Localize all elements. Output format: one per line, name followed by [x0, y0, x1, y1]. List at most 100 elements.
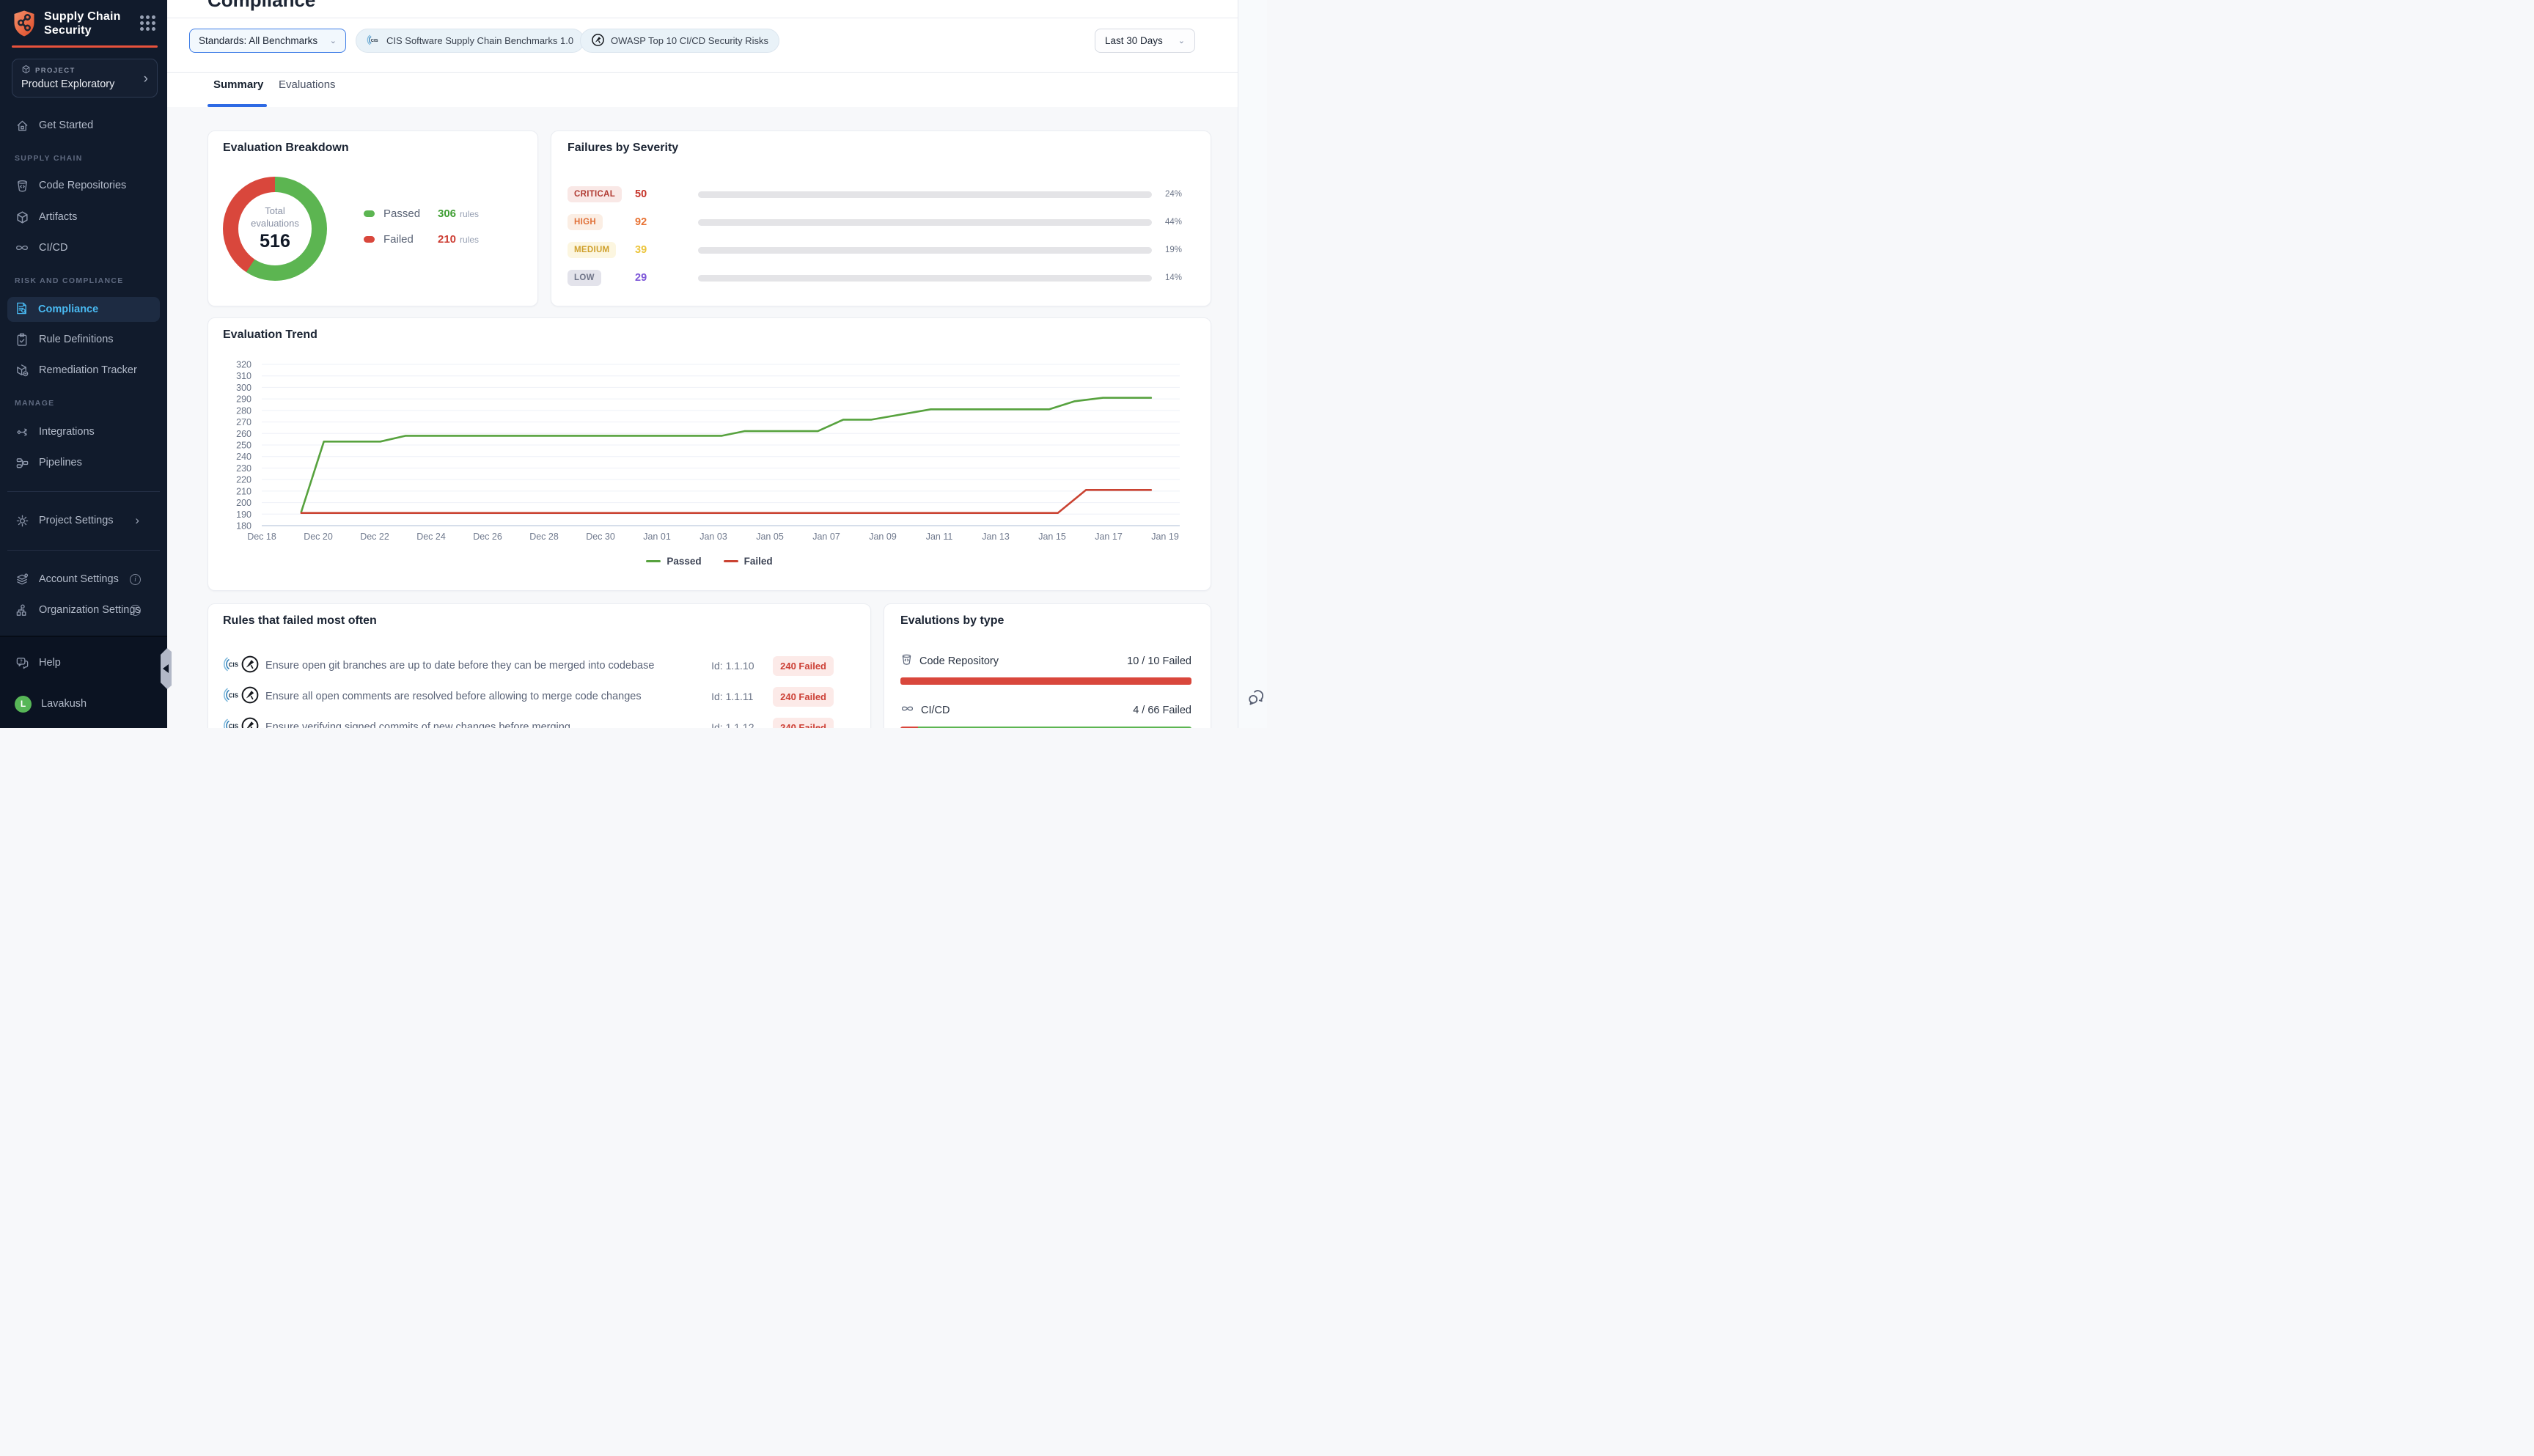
- benchmark-pill-owasp[interactable]: OWASP Top 10 CI/CD Security Risks: [580, 29, 779, 53]
- evaluation-donut: Total evaluations 516: [223, 177, 327, 281]
- sidebar-item-organization-settings[interactable]: Organization Settings i: [15, 599, 153, 621]
- failed-count-badge: 240 Failed: [773, 656, 834, 676]
- sidebar-item-get-started[interactable]: Get Started: [15, 114, 153, 136]
- failed-swatch-icon: [364, 236, 375, 243]
- evaluation-trend-chart: 3203103002902802702602502402302202102001…: [208, 340, 1212, 560]
- rule-standard-icons: CIS: [223, 685, 265, 708]
- apps-grid-icon[interactable]: [140, 15, 155, 31]
- svg-text:300: 300: [236, 383, 251, 393]
- standards-filter-dropdown[interactable]: Standards: All Benchmarks ⌄: [189, 29, 346, 53]
- sidebar-item-help[interactable]: ? Help: [15, 652, 153, 674]
- date-range-dropdown[interactable]: Last 30 Days ⌄: [1095, 29, 1195, 53]
- svg-text:Jan 09: Jan 09: [869, 532, 897, 542]
- type-bar: [900, 727, 1191, 728]
- divider: [7, 491, 160, 492]
- collapse-left-icon: [163, 664, 169, 673]
- svg-text:260: 260: [236, 429, 251, 439]
- svg-text:Dec 18: Dec 18: [247, 532, 276, 542]
- brand: Supply ChainSecurity: [12, 10, 155, 41]
- project-selector[interactable]: PROJECT Product Exploratory ›: [12, 59, 158, 98]
- severity-bar-track: [698, 191, 1152, 198]
- svg-text:210: 210: [236, 486, 251, 496]
- svg-text:Dec 26: Dec 26: [473, 532, 502, 542]
- severity-row-low: LOW 29 14%: [568, 269, 1194, 287]
- brand-accent-divider: [12, 45, 158, 48]
- tab-evaluations[interactable]: Evaluations: [279, 78, 336, 91]
- project-name: Product Exploratory: [21, 78, 148, 90]
- svg-text:250: 250: [236, 441, 251, 451]
- gear-icon: [15, 513, 29, 528]
- sidebar-collapse-handle[interactable]: [161, 648, 172, 689]
- svg-text:320: 320: [236, 360, 251, 370]
- type-status: 4 / 66 Failed: [1133, 705, 1191, 716]
- card-title: Failures by Severity: [568, 141, 678, 155]
- card-title: Rules that failed most often: [223, 614, 377, 628]
- svg-text:270: 270: [236, 417, 251, 427]
- infinity-icon: [900, 703, 914, 718]
- sidebar-item-pipelines[interactable]: Pipelines: [15, 452, 153, 474]
- box-wrench-icon: [15, 363, 29, 378]
- evaluations-by-type-card: Evalutions by type Code Repository 10 / …: [884, 603, 1211, 728]
- benchmark-pill-cis[interactable]: CIS CIS Software Supply Chain Benchmarks…: [356, 29, 584, 53]
- svg-text:190: 190: [236, 510, 251, 520]
- topbar: Compliance Standards: All Benchmarks ⌄ C…: [167, 0, 1238, 107]
- sidebar-item-account-settings[interactable]: Account Settings i: [15, 568, 153, 590]
- type-bar: [900, 677, 1191, 685]
- svg-text:220: 220: [236, 475, 251, 485]
- active-tab-indicator: [208, 104, 267, 107]
- card-title: Evaluation Breakdown: [223, 141, 349, 155]
- passed-segment: [918, 727, 1191, 728]
- svg-text:Dec 28: Dec 28: [529, 532, 559, 542]
- sidebar-item-compliance[interactable]: Compliance: [7, 297, 160, 322]
- rule-standard-icons: CIS: [223, 655, 265, 677]
- severity-bar-track: [698, 219, 1152, 226]
- failed-count-badge: 240 Failed: [773, 687, 834, 707]
- user-menu[interactable]: L Lavakush: [15, 693, 153, 715]
- svg-text:Dec 30: Dec 30: [586, 532, 615, 542]
- cis-logo-icon: CIS: [223, 655, 242, 677]
- compliance-document-icon: [15, 301, 29, 318]
- rule-row[interactable]: CIS Ensure verifying signed commits of n…: [223, 716, 834, 728]
- owasp-wasp-icon: [591, 33, 605, 49]
- sidebar-item-remediation-tracker[interactable]: Remediation Tracker: [15, 359, 153, 381]
- project-label: PROJECT: [35, 67, 76, 75]
- layers-gear-icon: [15, 572, 29, 587]
- sidebar-item-project-settings[interactable]: Project Settings ›: [15, 510, 153, 532]
- sidebar: Supply ChainSecurity PROJECT Product Exp…: [0, 0, 167, 728]
- svg-text:CIS: CIS: [371, 38, 378, 43]
- severity-bar-track: [698, 275, 1152, 282]
- page-title: Compliance: [208, 0, 315, 12]
- svg-text:Dec 20: Dec 20: [304, 532, 333, 542]
- svg-text:240: 240: [236, 452, 251, 462]
- legend-failed: Failed 210 rules: [364, 233, 479, 246]
- svg-text:Dec 22: Dec 22: [360, 532, 389, 542]
- code-repository-icon: [900, 653, 913, 669]
- info-icon[interactable]: i: [130, 574, 141, 585]
- sidebar-item-artifacts[interactable]: Artifacts: [15, 206, 153, 228]
- artifact-box-icon: [15, 210, 29, 224]
- chat-bubbles-icon[interactable]: [1247, 688, 1266, 710]
- svg-text:Jan 13: Jan 13: [982, 532, 1010, 542]
- divider: [7, 550, 160, 551]
- sidebar-item-integrations[interactable]: Integrations: [15, 421, 153, 443]
- rule-row[interactable]: CIS Ensure open git branches are up to d…: [223, 654, 834, 677]
- sidebar-item-code-repositories[interactable]: Code Repositories: [15, 174, 153, 196]
- rule-row[interactable]: CIS Ensure all open comments are resolve…: [223, 685, 834, 708]
- type-row-code-repository: Code Repository 10 / 10 Failed: [900, 652, 1191, 670]
- sidebar-item-cicd[interactable]: CI/CD: [15, 237, 153, 259]
- legend-passed: Passed: [646, 556, 701, 567]
- divider: [167, 72, 1238, 73]
- section-supply-chain: SUPPLY CHAIN: [15, 154, 83, 163]
- sidebar-item-rule-definitions[interactable]: Rule Definitions: [15, 328, 153, 350]
- svg-text:Jan 15: Jan 15: [1038, 532, 1066, 542]
- tab-summary[interactable]: Summary: [213, 78, 263, 91]
- user-name: Lavakush: [41, 698, 87, 710]
- failed-count-badge: 240 Failed: [773, 718, 834, 729]
- section-risk-and-compliance: RISK AND COMPLIANCE: [15, 276, 124, 285]
- trend-legend: Passed Failed: [208, 556, 1211, 567]
- chevron-right-icon: ›: [144, 71, 148, 87]
- info-icon[interactable]: i: [130, 605, 141, 616]
- severity-row-high: HIGH 92 44%: [568, 213, 1194, 231]
- svg-text:Dec 24: Dec 24: [416, 532, 446, 542]
- svg-text:CIS: CIS: [229, 723, 238, 728]
